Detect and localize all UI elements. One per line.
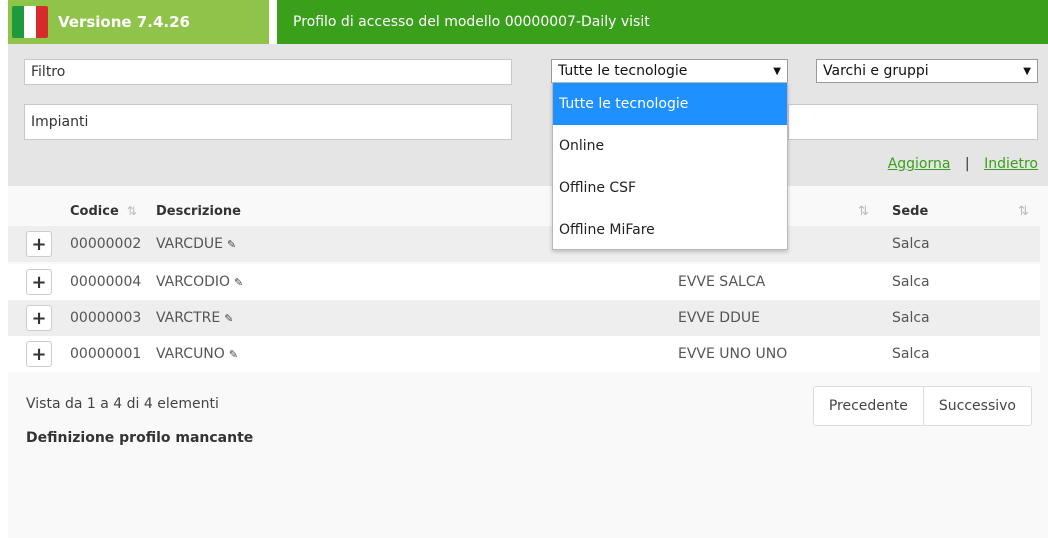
row-group: EVVE UNO UNO: [678, 346, 788, 362]
table-row: + 00000003 VARCTRE ✎ EVVE DDUE Salca: [8, 300, 1040, 336]
row-group: EVVE SALCA: [678, 274, 766, 290]
table-row: + 00000002 VARCDUE ✎ Salca: [8, 226, 1040, 262]
row-code: 00000002: [70, 236, 142, 252]
group-select[interactable]: Varchi e gruppi ▼: [816, 59, 1038, 83]
column-header-site-label: Sede: [892, 204, 929, 219]
column-header-code-label: Codice: [70, 204, 119, 219]
sort-icon: ⇅: [126, 204, 137, 218]
row-description: VARCTRE ✎: [156, 310, 233, 326]
table-header: Codice ⇅ Descrizione ⇅ Sede ⇅: [8, 200, 1040, 224]
group-select-value: Varchi e gruppi: [823, 63, 929, 79]
technology-dropdown: Tutte le tecnologie Online Offline CSF O…: [552, 82, 788, 250]
sort-icon[interactable]: ⇅: [858, 204, 869, 219]
title-bar: Profilo di accesso del modello 00000007-…: [277, 0, 1048, 44]
filter-input[interactable]: Filtro: [24, 59, 512, 85]
row-site: Salca: [892, 346, 930, 362]
row-description-text: VARCODIO: [156, 274, 231, 290]
link-separator: |: [964, 156, 970, 172]
secondary-input[interactable]: [788, 104, 1038, 140]
chevron-down-icon: ▼: [1023, 65, 1031, 77]
pagination: Precedente Successivo: [812, 386, 1032, 426]
table-row: + 00000001 VARCUNO ✎ EVVE UNO UNO Salca: [8, 336, 1040, 372]
column-header-code[interactable]: Codice ⇅: [70, 204, 137, 219]
dropdown-option-offline-mifare[interactable]: Offline MiFare: [553, 209, 787, 251]
row-code: 00000003: [70, 310, 142, 326]
refresh-link[interactable]: Aggiorna: [888, 156, 951, 172]
expand-plus-icon[interactable]: +: [26, 269, 52, 295]
previous-button[interactable]: Precedente: [814, 387, 923, 425]
missing-profile-label: Definizione profilo mancante: [26, 430, 254, 446]
impianti-input[interactable]: Impianti: [24, 104, 512, 140]
column-header-description-label: Descrizione: [156, 204, 241, 219]
technology-select[interactable]: Tutte le tecnologie ▼: [551, 59, 788, 83]
action-links: Aggiorna | Indietro: [888, 156, 1038, 172]
row-group: EVVE DDUE: [678, 310, 760, 326]
impianti-input-placeholder: Impianti: [31, 114, 89, 130]
row-site: Salca: [892, 274, 930, 290]
table-area: Codice ⇅ Descrizione ⇅ Sede ⇅ + 00000002 …: [8, 186, 1048, 538]
pin-icon: ✎: [234, 276, 244, 289]
row-description-text: VARCDUE: [156, 236, 223, 252]
filter-input-placeholder: Filtro: [31, 64, 66, 80]
next-button[interactable]: Successivo: [922, 387, 1031, 425]
table-info: Vista da 1 a 4 di 4 elementi: [26, 396, 219, 412]
row-description-text: VARCTRE: [156, 310, 221, 326]
version-badge: Versione 7.4.26: [8, 0, 269, 44]
row-site: Salca: [892, 310, 930, 326]
column-header-description[interactable]: Descrizione: [156, 204, 241, 219]
row-code: 00000001: [70, 346, 142, 362]
filter-panel: Filtro Tutte le tecnologie ▼ Varchi e gr…: [8, 44, 1048, 186]
pin-icon: ✎: [224, 312, 234, 325]
dropdown-option-offline-csf[interactable]: Offline CSF: [553, 167, 787, 209]
version-label: Versione 7.4.26: [58, 13, 190, 31]
back-link[interactable]: Indietro: [984, 156, 1038, 172]
column-header-site[interactable]: Sede: [892, 204, 928, 219]
expand-plus-icon[interactable]: +: [26, 231, 52, 257]
page-title: Profilo di accesso del modello 00000007-…: [293, 14, 650, 30]
expand-plus-icon[interactable]: +: [26, 305, 52, 331]
row-code: 00000004: [70, 274, 142, 290]
table-row: + 00000004 VARCODIO ✎ EVVE SALCA Salca: [8, 264, 1040, 300]
row-description: VARCUNO ✎: [156, 346, 238, 362]
dropdown-option-online[interactable]: Online: [553, 125, 787, 167]
row-description: VARCODIO ✎: [156, 274, 243, 290]
pin-icon: ✎: [228, 348, 239, 361]
row-site: Salca: [892, 236, 930, 252]
row-description: VARCDUE ✎: [156, 236, 236, 252]
pin-icon: ✎: [226, 238, 237, 251]
row-description-text: VARCUNO: [156, 346, 225, 362]
technology-select-value: Tutte le tecnologie: [558, 63, 688, 79]
sort-icon[interactable]: ⇅: [1018, 204, 1029, 219]
expand-plus-icon[interactable]: +: [26, 341, 52, 367]
italy-flag-icon: [12, 6, 48, 38]
dropdown-option-all[interactable]: Tutte le tecnologie: [553, 83, 787, 125]
chevron-down-icon: ▼: [773, 65, 781, 77]
top-header: Versione 7.4.26 Profilo di accesso del m…: [8, 0, 1048, 44]
